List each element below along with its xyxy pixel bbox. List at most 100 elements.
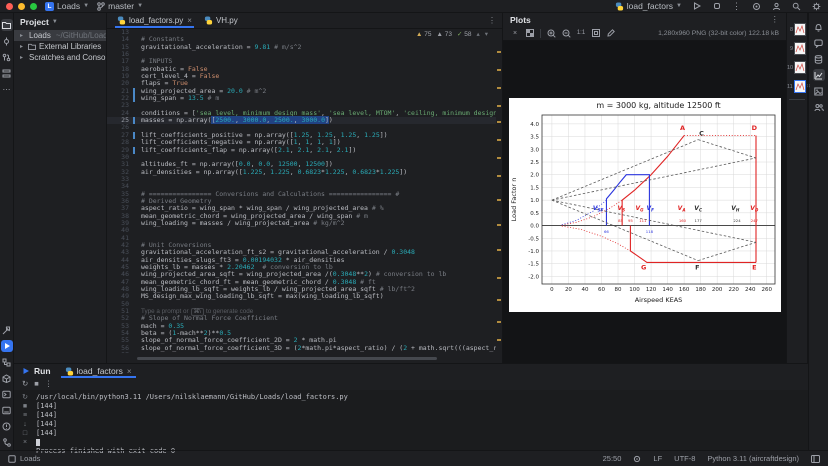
console-output[interactable]: /usr/local/bin/python3.11 /Users/nilskla… xyxy=(36,390,808,455)
editor-horizontal-scrollbar[interactable] xyxy=(137,357,437,360)
more-tool-windows-button[interactable]: ⋯ xyxy=(1,83,13,95)
chevron-right-icon[interactable]: ▸ xyxy=(20,54,23,61)
notifications-bell-icon[interactable] xyxy=(813,21,825,33)
collaboration-users-icon[interactable] xyxy=(813,101,825,113)
thumbnail-image[interactable] xyxy=(794,42,806,55)
code-line-40[interactable]: 40 xyxy=(107,226,496,234)
sciview-plots-icon[interactable] xyxy=(812,69,825,81)
prev-problem-icon[interactable]: ▴ xyxy=(476,30,479,38)
print-icon[interactable]: □ xyxy=(23,430,27,437)
code-line-57[interactable]: 57 xyxy=(107,351,496,353)
project-widget[interactable]: L Loads ▼ xyxy=(45,1,89,11)
services-tool-button[interactable] xyxy=(1,356,13,368)
code-with-me-icon[interactable] xyxy=(751,1,762,12)
version-control-tool-button[interactable] xyxy=(1,436,13,448)
code-line-50[interactable]: 50 xyxy=(107,300,496,308)
stop-icon[interactable]: ■ xyxy=(34,379,39,388)
plot-thumbnail-10[interactable]: 10 xyxy=(787,61,807,74)
indicator-icon[interactable] xyxy=(633,455,641,463)
code-line-39[interactable]: 39 wing_loading = masses / wing_projected… xyxy=(107,219,496,227)
stop-icon[interactable]: ■ xyxy=(23,403,27,410)
pull-requests-tool-button[interactable] xyxy=(1,51,13,63)
terminal-tool-button[interactable] xyxy=(1,404,13,416)
code-line-49[interactable]: 49 MS_design_max_wing_loading_lb_sqft = m… xyxy=(107,293,496,301)
tab-options-icon[interactable]: ⋮ xyxy=(488,13,502,28)
tree-item-external-libraries[interactable]: ▸ External Libraries xyxy=(14,41,106,52)
project-panel-header[interactable]: Project ▼ xyxy=(14,13,106,30)
next-problem-icon[interactable]: ▾ xyxy=(485,30,488,38)
code-line-56[interactable]: 56 slope_of_normal_force_coefficient_3D =… xyxy=(107,344,496,352)
tree-item-loads[interactable]: ▸ Loads ~/GitHub/Loads xyxy=(14,30,106,41)
python-console-tool-button[interactable] xyxy=(1,388,13,400)
svg-text:-1.5: -1.5 xyxy=(528,262,539,268)
vcs-branch-widget[interactable]: master ▼ xyxy=(97,1,143,11)
actual-size-button[interactable]: 1:1 xyxy=(576,28,586,38)
settings-gear-icon[interactable] xyxy=(811,1,822,12)
chevron-right-icon[interactable]: ▸ xyxy=(20,43,25,50)
database-icon[interactable] xyxy=(813,53,825,65)
checkerboard-icon[interactable] xyxy=(525,28,535,38)
code-line-33[interactable]: 33 xyxy=(107,175,496,183)
commit-tool-button[interactable] xyxy=(1,35,13,47)
project-tool-button[interactable] xyxy=(0,19,13,31)
rerun-icon[interactable]: ↻ xyxy=(22,393,28,401)
ai-assistant-icon[interactable] xyxy=(813,37,825,49)
thumbnail-image[interactable] xyxy=(794,61,806,74)
search-icon[interactable] xyxy=(791,1,802,12)
code-line-22[interactable]: 22 wing_span = 13.5 # m xyxy=(107,94,496,103)
close-plot-icon[interactable]: × xyxy=(510,28,520,38)
code-token: 2500. xyxy=(274,116,294,125)
code-line-32[interactable]: 32 air_densities = np.array([1.225, 1.225… xyxy=(107,168,496,176)
image-viewer-icon[interactable] xyxy=(813,85,825,97)
build-tool-button[interactable] xyxy=(1,324,13,336)
caret-position[interactable]: 25:50 xyxy=(603,454,622,463)
plot-thumbnail-11[interactable]: 11 × xyxy=(787,80,810,93)
vn-diagram-image[interactable]: 0 20 40 60 80 100 120 140 160 180 200 220 240 260 -2.0… xyxy=(509,98,781,312)
close-icon[interactable]: × xyxy=(127,367,132,376)
thumbnail-image[interactable] xyxy=(794,23,806,36)
editor-scrollbar[interactable] xyxy=(497,29,501,351)
tab-vh[interactable]: VH.py xyxy=(198,13,244,28)
inspections-widget[interactable]: ▲ 75 ▲ 73 ✓ 58 ▴ ▾ xyxy=(416,30,488,39)
zoom-in-icon[interactable] xyxy=(546,28,556,38)
python-packages-tool-button[interactable] xyxy=(1,372,13,384)
fit-to-window-icon[interactable] xyxy=(591,28,601,38)
soft-wrap-icon[interactable]: ≡ xyxy=(23,412,27,419)
close-icon[interactable]: × xyxy=(187,16,192,25)
panel-options-icon[interactable]: ⋮ xyxy=(771,14,780,25)
clear-console-icon[interactable]: × xyxy=(23,439,27,446)
tree-item-scratches-and-consoles[interactable]: ▸ Scratches and Consoles xyxy=(14,52,106,63)
code-editor[interactable]: 13 14 # Constants 15 gravitational_accelerat… xyxy=(107,29,496,353)
problems-tool-button[interactable] xyxy=(1,420,13,432)
more-options-icon[interactable]: ⋮ xyxy=(45,379,53,388)
more-actions-button[interactable]: ⋮ xyxy=(731,1,742,12)
macos-minimize-button[interactable] xyxy=(18,2,25,10)
code-line-25[interactable]: 25 masses = np.array([2500., 3000.0, 2500… xyxy=(107,116,496,125)
run-button[interactable] xyxy=(691,1,702,12)
run-tab-load-factors[interactable]: load_factors × xyxy=(60,364,136,378)
plot-thumbnail-8[interactable]: 8 xyxy=(787,23,807,36)
zoom-out-icon[interactable] xyxy=(561,28,571,38)
macos-zoom-button[interactable] xyxy=(30,2,37,10)
debug-button[interactable] xyxy=(711,1,722,12)
save-plot-icon[interactable] xyxy=(606,28,616,38)
plot-thumbnail-9[interactable]: 9 xyxy=(787,42,807,55)
rerun-icon[interactable]: ↻ xyxy=(22,379,28,388)
thumbnail-image[interactable] xyxy=(793,80,806,93)
status-project-widget[interactable]: Loads xyxy=(8,454,40,463)
line-separator[interactable]: LF xyxy=(653,454,662,463)
code-line-29[interactable]: 29 lift_coefficients_flap = np.array([2.1… xyxy=(107,146,496,154)
code-line-15[interactable]: 15 gravitational_acceleration = 9.81 # m/… xyxy=(107,43,496,51)
plot-image-area[interactable]: 0 20 40 60 80 100 120 140 160 180 200 220 240 260 -2.0… xyxy=(503,41,786,363)
tab-load-factors[interactable]: load_factors.py × xyxy=(111,13,198,28)
python-interpreter[interactable]: Python 3.11 (aircraftdesign) xyxy=(707,454,799,463)
user-icon[interactable] xyxy=(771,1,782,12)
macos-close-button[interactable] xyxy=(6,2,13,10)
file-encoding[interactable]: UTF-8 xyxy=(674,454,695,463)
chevron-right-icon[interactable]: ▸ xyxy=(20,32,23,39)
run-tool-button[interactable] xyxy=(0,340,13,352)
layout-icon[interactable] xyxy=(811,454,820,463)
scroll-to-end-icon[interactable]: ↓ xyxy=(23,421,27,428)
structure-tool-button[interactable] xyxy=(1,67,13,79)
run-configuration-widget[interactable]: load_factors ▼ xyxy=(615,1,682,11)
